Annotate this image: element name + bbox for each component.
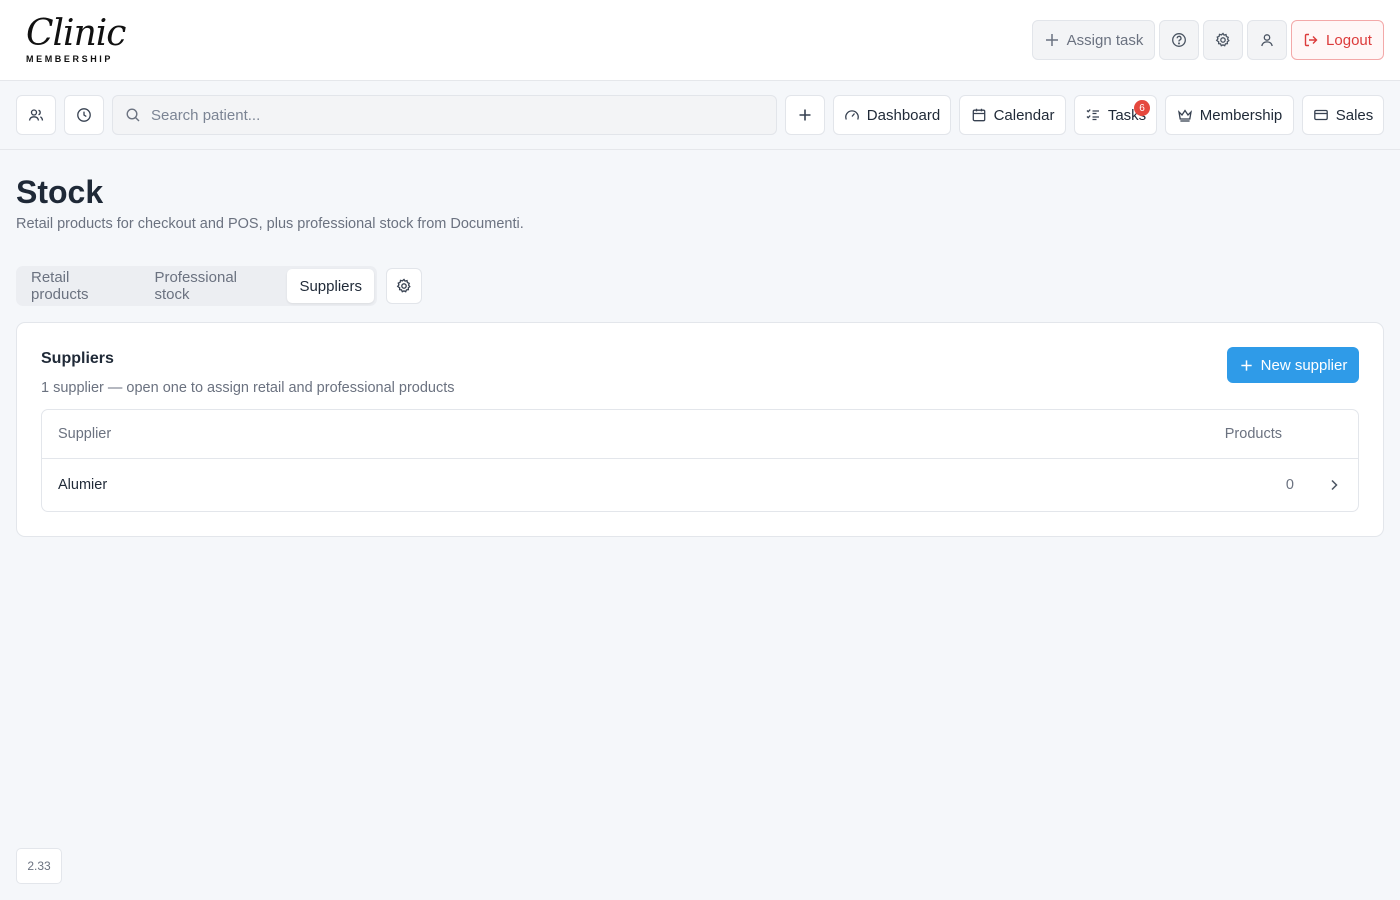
plus-icon xyxy=(797,107,813,123)
card-icon xyxy=(1313,107,1329,123)
supplier-name: Alumier xyxy=(58,477,108,493)
calendar-icon xyxy=(971,107,987,123)
suppliers-table: Supplier Products Alumier 0 xyxy=(41,409,1359,512)
assign-task-button[interactable]: Assign task xyxy=(1032,20,1155,60)
column-products: Products xyxy=(1224,426,1282,442)
table-row[interactable]: Alumier 0 xyxy=(42,459,1358,511)
help-icon xyxy=(1171,32,1187,48)
help-button[interactable] xyxy=(1159,20,1199,60)
user-icon xyxy=(1259,32,1275,48)
gear-icon xyxy=(396,278,412,294)
top-bar: Clinic MEMBERSHIP Assign task Logout xyxy=(0,0,1400,81)
gauge-icon xyxy=(844,107,860,123)
supplier-product-count: 0 xyxy=(1285,477,1294,493)
table-header: Supplier Products xyxy=(42,410,1358,459)
stock-settings-button[interactable] xyxy=(386,268,422,304)
chevron-right-icon xyxy=(1326,477,1342,493)
plus-icon xyxy=(1044,32,1060,48)
gear-icon xyxy=(1215,32,1231,48)
tab-retail-products[interactable]: Retail products xyxy=(19,269,142,303)
assign-task-label: Assign task xyxy=(1066,31,1144,49)
tasks-count-badge: 6 xyxy=(1134,100,1150,116)
new-supplier-label: New supplier xyxy=(1260,356,1348,374)
brand-logo[interactable]: Clinic MEMBERSHIP xyxy=(16,8,130,70)
suppliers-card: Suppliers 1 supplier — open one to assig… xyxy=(16,322,1384,537)
nav-bar: Dashboard Calendar Tasks 6 Membership Sa… xyxy=(0,81,1400,150)
history-button[interactable] xyxy=(64,95,104,135)
logout-button[interactable]: Logout xyxy=(1291,20,1384,60)
search-icon xyxy=(125,107,141,123)
search-input[interactable] xyxy=(151,106,751,124)
version-badge: 2.33 xyxy=(16,848,62,884)
nav-sales-label: Sales xyxy=(1335,106,1374,124)
nav-tasks[interactable]: Tasks 6 xyxy=(1074,95,1157,135)
tab-suppliers[interactable]: Suppliers xyxy=(287,269,374,303)
add-button[interactable] xyxy=(785,95,825,135)
page-subtitle: Retail products for checkout and POS, pl… xyxy=(16,216,524,232)
nav-membership-label: Membership xyxy=(1199,106,1283,124)
profile-button[interactable] xyxy=(1247,20,1287,60)
tab-professional-stock[interactable]: Professional stock xyxy=(142,269,287,303)
suppliers-description: 1 supplier — open one to assign retail a… xyxy=(41,380,455,396)
logo-subtitle: MEMBERSHIP xyxy=(26,54,114,64)
nav-dashboard-label: Dashboard xyxy=(866,106,941,124)
page-title: Stock xyxy=(16,174,104,210)
tasks-icon xyxy=(1085,107,1101,123)
plus-icon xyxy=(1239,358,1254,373)
nav-calendar-label: Calendar xyxy=(993,106,1055,124)
logout-label: Logout xyxy=(1326,31,1372,49)
nav-dashboard[interactable]: Dashboard xyxy=(833,95,951,135)
new-supplier-button[interactable]: New supplier xyxy=(1227,347,1359,383)
logout-icon xyxy=(1303,32,1319,48)
suppliers-title: Suppliers xyxy=(41,350,114,367)
stock-tabs: Retail products Professional stock Suppl… xyxy=(16,266,377,306)
patients-button[interactable] xyxy=(16,95,56,135)
clock-icon xyxy=(76,107,92,123)
crown-icon xyxy=(1177,107,1193,123)
nav-membership[interactable]: Membership xyxy=(1165,95,1294,135)
settings-button[interactable] xyxy=(1203,20,1243,60)
users-icon xyxy=(28,107,44,123)
nav-sales[interactable]: Sales xyxy=(1302,95,1384,135)
column-supplier: Supplier xyxy=(58,426,112,442)
nav-calendar[interactable]: Calendar xyxy=(959,95,1066,135)
logo-script: Clinic xyxy=(26,13,126,54)
patient-search[interactable] xyxy=(112,95,777,135)
